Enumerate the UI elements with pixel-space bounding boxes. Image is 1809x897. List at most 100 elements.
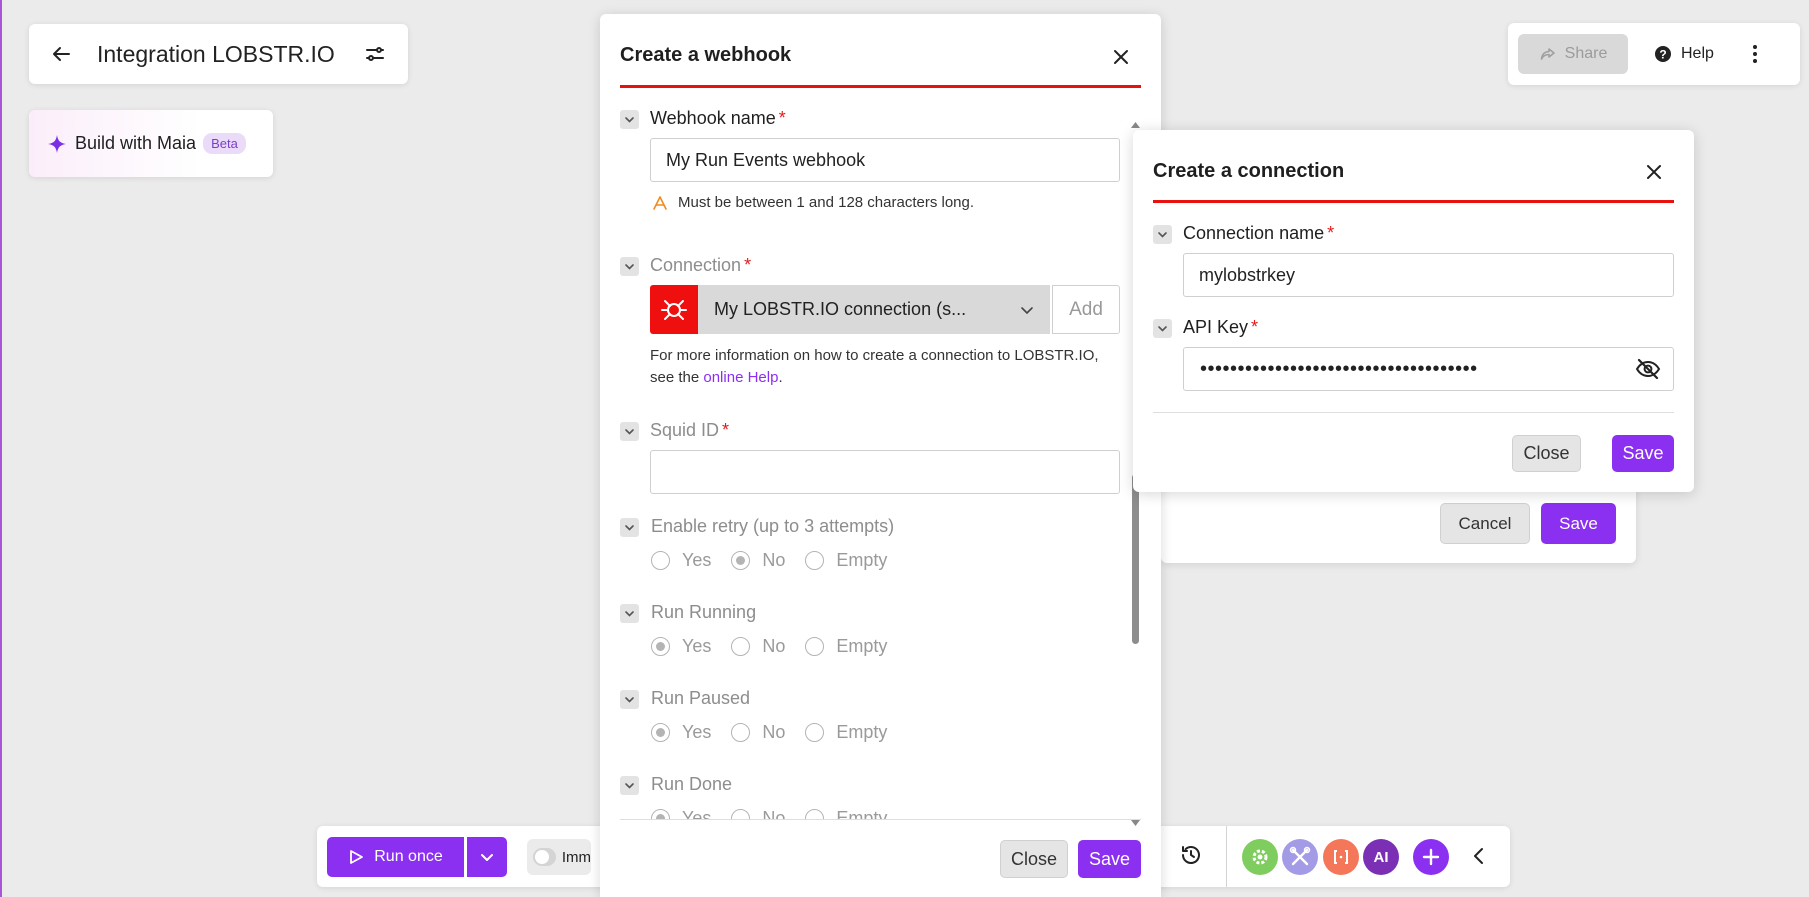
collapse-radio-group[interactable] [620,518,639,537]
radio-group-label: Enable retry (up to 3 attempts) [651,516,895,536]
radio-option-yes[interactable]: Yes [651,550,711,571]
chevron-left-icon[interactable] [1467,844,1491,868]
chevron-down-icon [625,697,634,703]
create-connection-dialog: Create a connection Connection name * myl… [1133,130,1694,492]
run-once-button[interactable]: Run once [327,837,464,877]
close-button[interactable]: Close [1000,840,1068,878]
radio-group-label: Run Done [651,774,733,794]
radio-option-no[interactable]: No [731,636,785,657]
collapse-radio-group[interactable] [620,776,639,795]
collapse-radio-group[interactable] [620,690,639,709]
radio-groups: Enable retry (up to 3 attempts) Yes No Empt… [600,14,1130,819]
create-webhook-dialog: Create a webhook Webhook name * My Run Ev… [600,14,1161,897]
beta-badge: Beta [203,133,246,154]
api-key-input[interactable]: ••••••••••••••••••••••••••••••••••••• [1183,347,1674,391]
share-button[interactable]: Share [1518,34,1628,74]
radio-button[interactable] [731,723,751,742]
save-button[interactable]: Save [1541,503,1616,544]
radio-group-label: Run Paused [651,688,751,708]
share-icon [1539,45,1557,63]
radio-option-no[interactable]: No [731,808,785,819]
eye-off-icon[interactable] [1635,358,1661,380]
build-with-maia-button[interactable]: Build with Maia Beta [29,110,273,177]
radio-button[interactable] [651,723,670,742]
radio-option-label: Empty [836,722,888,742]
radio-button[interactable] [805,723,825,742]
chevron-down-icon [625,783,634,789]
more-vertical-icon[interactable] [1752,44,1758,64]
collapse-radio-group[interactable] [620,604,639,623]
maia-label: Build with Maia [75,133,197,153]
radio-option-label: Empty [836,808,888,819]
sparkle-icon [47,134,67,154]
toggle-switch[interactable] [533,848,556,866]
svg-text:AI: AI [1374,849,1389,865]
save-button[interactable]: Save [1612,435,1674,472]
json-button[interactable] [1323,839,1359,875]
radio-option-no[interactable]: No [731,722,785,743]
dialog-title: Create a connection [1153,160,1345,182]
radio-option-label: No [762,550,786,570]
close-icon[interactable] [1643,161,1665,183]
radio-option-empty[interactable]: Empty [805,808,887,819]
radio-options: Yes No Empty [651,722,907,743]
radio-button[interactable] [731,809,751,819]
tools-gear-button[interactable] [1242,839,1278,875]
ai-icon: AI [1370,849,1392,865]
run-once-label: Run once [374,848,443,865]
radio-option-label: Yes [682,550,712,570]
immediately-toggle[interactable]: Imm [527,839,591,875]
radio-button[interactable] [651,551,670,570]
connection-name-input[interactable]: mylobstrkey [1183,253,1674,297]
collapse-connection-name[interactable] [1153,225,1172,244]
help-button[interactable]: ? Help [1654,45,1714,63]
radio-option-no[interactable]: No [731,550,785,571]
radio-button[interactable] [731,551,751,570]
radio-options: Yes No Empty [651,636,907,657]
radio-button[interactable] [651,637,670,656]
footer-divider [1153,412,1674,413]
add-module-button[interactable] [1413,839,1449,875]
radio-group-label: Run Running [651,602,757,622]
radio-option-yes[interactable]: Yes [651,808,711,819]
scenario-title[interactable]: Integration LOBSTR.IO [97,41,335,68]
radio-option-empty[interactable]: Empty [805,722,887,743]
flow-control-button[interactable] [1282,839,1318,875]
ai-button[interactable]: AI [1363,839,1399,875]
radio-button[interactable] [731,637,751,656]
run-options-dropdown[interactable] [467,837,507,877]
radio-option-empty[interactable]: Empty [805,636,887,657]
footer-divider [620,819,1141,820]
radio-options: Yes No Empty [651,550,907,571]
chevron-down-icon [480,850,494,864]
history-icon[interactable] [1179,843,1203,867]
api-key-masked-value: ••••••••••••••••••••••••••••••••••••• [1200,358,1478,380]
scenario-header: Integration LOBSTR.IO [29,24,408,84]
top-right-toolbar: Share ? Help [1508,23,1800,85]
radio-option-label: Yes [682,808,712,819]
scrollbar-thumb[interactable] [1132,474,1139,644]
close-button[interactable]: Close [1512,435,1581,472]
radio-option-yes[interactable]: Yes [651,722,711,743]
chevron-down-icon [625,611,634,617]
radio-option-label: Empty [836,550,888,570]
background-dialog: Cancel Save [1161,480,1636,563]
chevron-down-icon [1158,232,1167,238]
cancel-button[interactable]: Cancel [1440,503,1530,544]
radio-option-yes[interactable]: Yes [651,636,711,657]
radio-option-empty[interactable]: Empty [805,550,887,571]
save-button[interactable]: Save [1078,840,1141,878]
radio-option-label: No [762,808,786,819]
plus-icon [1422,848,1440,866]
collapse-api-key[interactable] [1153,319,1172,338]
radio-button[interactable] [805,809,825,819]
radio-button[interactable] [805,551,825,570]
connection-name-label: Connection name * [1183,223,1335,243]
radio-button[interactable] [651,809,670,819]
radio-option-label: No [762,636,786,656]
radio-button[interactable] [805,637,825,656]
wrench-icon [1289,846,1311,868]
back-arrow-icon[interactable] [49,42,73,66]
sliders-icon[interactable] [363,42,387,66]
gear-icon [1250,847,1270,867]
